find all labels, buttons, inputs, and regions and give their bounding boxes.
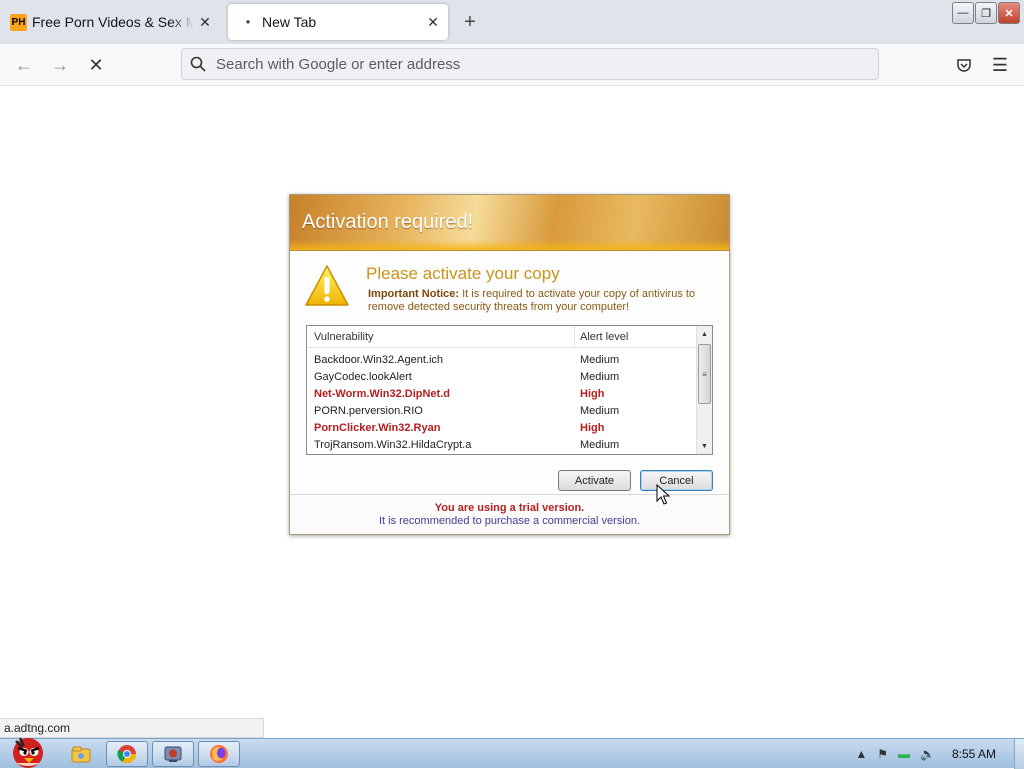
tab-title: New Tab bbox=[262, 14, 317, 30]
clock[interactable]: 8:55 AM bbox=[952, 747, 996, 761]
threat-level: Medium bbox=[580, 353, 620, 366]
pocket-icon[interactable] bbox=[951, 52, 977, 78]
threat-name: GayCodec.lookAlert bbox=[314, 370, 412, 383]
threat-level: Medium bbox=[580, 370, 620, 383]
tab-ph[interactable]: PH Free Porn Videos & Sex Movies ✕ bbox=[4, 4, 220, 40]
loading-icon: • bbox=[245, 15, 251, 29]
dialog-heading: Please activate your copy bbox=[366, 264, 560, 283]
navigation-bar: ← → ✕ Search with Google or enter addres… bbox=[0, 44, 1024, 86]
cancel-button[interactable]: Cancel bbox=[640, 470, 713, 491]
ph-favicon-icon: PH bbox=[10, 13, 27, 31]
threat-level: Medium bbox=[580, 404, 620, 417]
dialog-title: Activation required! bbox=[302, 211, 474, 233]
search-icon bbox=[190, 56, 206, 72]
show-desktop-button[interactable] bbox=[1014, 739, 1024, 769]
start-button-icon[interactable] bbox=[4, 731, 50, 769]
forward-icon[interactable]: → bbox=[47, 52, 73, 78]
scroll-thumb[interactable]: ≡ bbox=[698, 344, 711, 404]
flag-icon[interactable]: ⚑ bbox=[877, 747, 888, 761]
tab-new-tab[interactable]: • New Tab ✕ bbox=[228, 4, 448, 40]
threat-list-header: Vulnerability Alert level bbox=[307, 326, 712, 348]
scroll-up-icon[interactable]: ▲ bbox=[697, 326, 712, 342]
dialog-header: Activation required! bbox=[290, 195, 729, 251]
close-window-icon[interactable]: ✕ bbox=[998, 2, 1020, 24]
warning-icon bbox=[305, 265, 349, 306]
threat-level: High bbox=[580, 387, 605, 400]
threat-row[interactable]: TrojRansom.Win32.HildaCrypt.a Medium bbox=[307, 436, 712, 453]
tab-strip: PH Free Porn Videos & Sex Movies ✕ • New… bbox=[0, 0, 1024, 44]
chrome-icon[interactable] bbox=[106, 741, 148, 767]
notice-text: Important Notice: It is required to acti… bbox=[368, 288, 718, 314]
explorer-icon[interactable] bbox=[60, 741, 102, 767]
threat-row[interactable]: GayCodec.lookAlert Medium bbox=[307, 368, 712, 385]
threat-list[interactable]: Vulnerability Alert level Backdoor.Win32… bbox=[306, 325, 713, 455]
threat-level: Medium bbox=[580, 438, 620, 451]
url-placeholder: Search with Google or enter address bbox=[216, 55, 461, 73]
threat-rows: Backdoor.Win32.Agent.ich Medium GayCodec.l… bbox=[307, 348, 712, 453]
threat-name: PORN.perversion.RIO bbox=[314, 404, 423, 417]
threat-name: Net-Worm.Win32.DipNet.d bbox=[314, 387, 450, 400]
close-tab-icon[interactable]: ✕ bbox=[422, 11, 444, 33]
show-hidden-icons-icon[interactable]: ▲ bbox=[855, 747, 867, 761]
volume-icon[interactable]: 🔈 bbox=[920, 747, 935, 761]
threat-name: PornClicker.Win32.Ryan bbox=[314, 421, 441, 434]
back-icon[interactable]: ← bbox=[11, 52, 37, 78]
close-tab-icon[interactable]: ✕ bbox=[194, 11, 216, 33]
new-tab-button[interactable]: + bbox=[458, 10, 482, 34]
threat-name: TrojRansom.Win32.HildaCrypt.a bbox=[314, 438, 472, 451]
menu-icon[interactable]: ☰ bbox=[987, 52, 1013, 78]
minimize-icon[interactable]: — bbox=[952, 2, 974, 24]
app-icon[interactable] bbox=[152, 741, 194, 767]
notice-bold: Important Notice: bbox=[368, 288, 460, 300]
taskbar: ▲ ⚑ ▬ 🔈 8:55 AM bbox=[0, 737, 1024, 769]
url-bar[interactable]: Search with Google or enter address bbox=[181, 48, 879, 80]
scrollbar[interactable]: ▲ ≡ ▼ bbox=[696, 326, 712, 454]
threat-row[interactable]: Backdoor.Win32.Agent.ich Medium bbox=[307, 351, 712, 368]
system-tray: ▲ ⚑ ▬ 🔈 8:55 AM bbox=[850, 739, 1024, 769]
scroll-down-icon[interactable]: ▼ bbox=[697, 438, 712, 454]
column-header-alert-level[interactable]: Alert level bbox=[575, 331, 628, 343]
recommend-link[interactable]: It is recommended to purchase a commerci… bbox=[290, 515, 729, 527]
restore-icon[interactable]: ❐ bbox=[975, 2, 997, 24]
network-icon[interactable]: ▬ bbox=[898, 747, 910, 761]
stop-icon[interactable]: ✕ bbox=[83, 52, 109, 78]
column-header-vulnerability[interactable]: Vulnerability bbox=[307, 326, 575, 347]
threat-level: High bbox=[580, 421, 605, 434]
firefox-icon[interactable] bbox=[198, 741, 240, 767]
tab-title: Free Porn Videos & Sex Movies bbox=[32, 14, 194, 30]
threat-row[interactable]: Net-Worm.Win32.DipNet.d High bbox=[307, 385, 712, 402]
threat-name: Backdoor.Win32.Agent.ich bbox=[314, 353, 444, 366]
window-controls: — ❐ ✕ bbox=[952, 2, 1020, 24]
activate-button[interactable]: Activate bbox=[558, 470, 631, 491]
threat-row[interactable]: PornClicker.Win32.Ryan High bbox=[307, 419, 712, 436]
mouse-cursor-icon bbox=[656, 484, 670, 505]
threat-row[interactable]: PORN.perversion.RIO Medium bbox=[307, 402, 712, 419]
